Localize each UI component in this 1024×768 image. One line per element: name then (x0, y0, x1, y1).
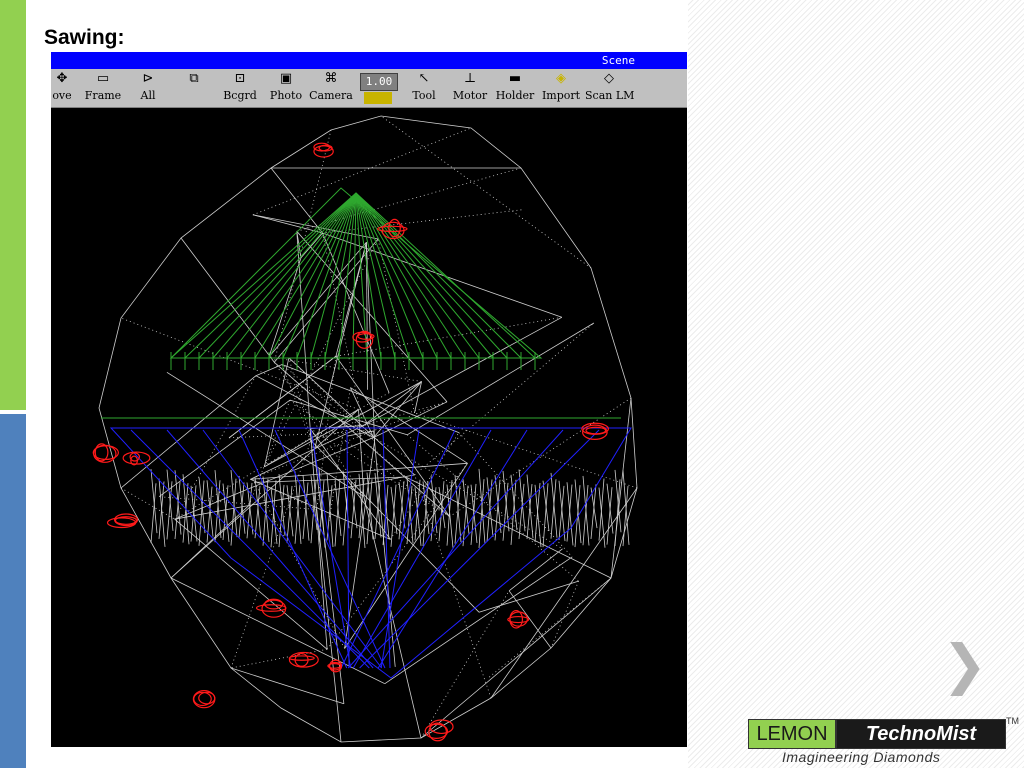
toolbar-label: Photo (269, 89, 303, 102)
toolbar-button-scan-lm[interactable]: ◇ Scan LM (585, 69, 635, 107)
toolbar-button-windows[interactable]: ⧉ (183, 69, 205, 107)
toolbar: ✥ ove ▭ Frame ⊳ All ⧉ ⊡ Bcgrd ▣ Photo ⌘ … (51, 69, 687, 108)
toolbar-button-bcgrd[interactable]: ⊡ Bcgrd (221, 69, 259, 107)
motor-icon: ⊥ (463, 71, 477, 86)
background-icon: ⊡ (234, 71, 246, 86)
toolbar-button-motor[interactable]: ⊥ Motor (451, 69, 489, 107)
toolbar-label: Camera (309, 89, 353, 102)
camera-icon: ⌘ (324, 71, 338, 86)
wireframe-canvas[interactable] (51, 108, 687, 747)
toolbar-button-move[interactable]: ✥ ove (51, 69, 73, 107)
toolbar-button-import[interactable]: ◈ Import (541, 69, 581, 107)
color-swatch[interactable] (364, 92, 392, 104)
frame-icon: ▭ (96, 71, 110, 86)
cursor-icon: ↖ (418, 71, 430, 86)
window-titlebar: Scene (51, 52, 687, 69)
logo-tagline: Imagineering Diamonds (782, 749, 941, 765)
windows-icon: ⧉ (189, 71, 199, 86)
toolbar-label: Motor (452, 89, 488, 102)
toolbar-label: Import (541, 89, 581, 102)
accent-bar-blue (0, 414, 26, 768)
slide-title: Sawing: (44, 26, 125, 49)
toolbar-label: All (140, 89, 156, 102)
photo-icon: ▣ (279, 71, 293, 86)
toolbar-button-frame[interactable]: ▭ Frame (83, 69, 123, 107)
toolbar-button-holder[interactable]: ▬ Holder (495, 69, 535, 107)
toolbar-label: Tool (412, 89, 436, 102)
3d-viewport[interactable] (51, 108, 687, 747)
holder-icon: ▬ (508, 71, 522, 86)
accent-bar-green (0, 0, 26, 410)
logo-lemon: LEMON (748, 719, 836, 749)
zoom-input[interactable]: 1.00 (360, 73, 398, 91)
toolbar-label: Holder (495, 89, 535, 102)
import-icon: ◈ (556, 71, 566, 86)
toolbar-button-camera[interactable]: ⌘ Camera (309, 69, 353, 107)
scan-icon: ◇ (604, 71, 614, 86)
toolbar-label: Frame (84, 89, 122, 102)
toolbar-button-tool[interactable]: ↖ Tool (407, 69, 441, 107)
toolbar-label: ove (52, 89, 72, 102)
crown-wireframe (101, 187, 621, 419)
next-slide-chevron-icon[interactable]: ❯ (942, 638, 987, 692)
toolbar-button-photo[interactable]: ▣ Photo (267, 69, 305, 107)
window-title: Scene (601, 54, 635, 67)
scene-window: Scene ✥ ove ▭ Frame ⊳ All ⧉ ⊡ Bcgrd ▣ Ph… (51, 52, 687, 747)
logo-technomist: TechnoMist (836, 719, 1006, 749)
toolbar-label: Scan LM (585, 89, 635, 102)
toolbar-label: Bcgrd (223, 89, 257, 102)
move-icon: ✥ (56, 71, 68, 86)
logo-trademark: TM (1006, 716, 1019, 726)
toolbar-button-all[interactable]: ⊳ All (135, 69, 161, 107)
all-icon: ⊳ (142, 71, 154, 86)
company-logo: LEMON TechnoMist TM Imagineering Diamond… (748, 716, 1019, 768)
